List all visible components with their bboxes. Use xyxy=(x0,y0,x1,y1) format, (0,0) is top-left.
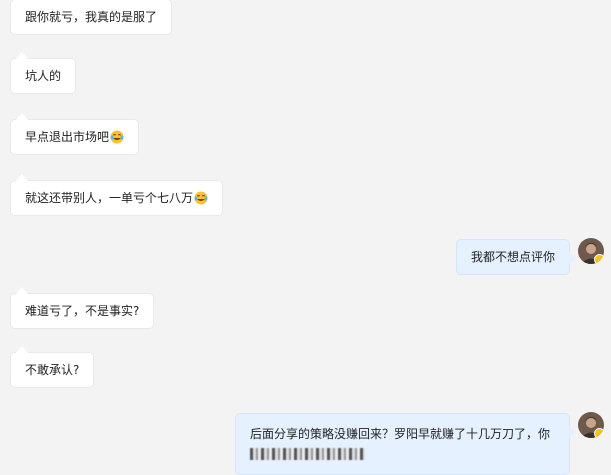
user-avatar[interactable] xyxy=(578,238,604,264)
laugh-cry-emoji-icon xyxy=(110,130,124,144)
message-text: 难道亏了，不是事实? xyxy=(25,304,140,318)
message-bubble[interactable]: 后面分享的策略没赚回来？罗阳早就赚了十几万刀了，你 xyxy=(236,414,577,474)
message-text: 坑人的 xyxy=(25,69,62,83)
message-bubble[interactable]: 不敢承认? xyxy=(11,346,94,387)
message-incoming: 跟你就亏，我真的是服了 xyxy=(11,0,172,34)
message-bubble[interactable]: 坑人的 xyxy=(11,52,76,93)
message-bubble[interactable]: 我都不想点评你 xyxy=(457,240,578,274)
message-incoming: 难道亏了，不是事实? xyxy=(11,287,154,328)
message-incoming: 坑人的 xyxy=(11,52,76,93)
message-text: 我都不想点评你 xyxy=(471,250,556,264)
chat-thread: 跟你就亏，我真的是服了 坑人的 早点退出市场吧 就这还带别人，一单亏个七八万 我… xyxy=(0,0,611,475)
vip-badge-icon xyxy=(594,254,604,264)
message-outgoing: 我都不想点评你 xyxy=(457,240,578,274)
message-bubble[interactable]: 难道亏了，不是事实? xyxy=(11,287,154,328)
message-text: 不敢承认? xyxy=(25,363,80,377)
redacted-text xyxy=(250,448,365,460)
message-text: 跟你就亏，我真的是服了 xyxy=(25,10,158,24)
message-incoming: 就这还带别人，一单亏个七八万 xyxy=(11,174,223,215)
message-text: 就这还带别人，一单亏个七八万 xyxy=(25,191,194,205)
laugh-cry-emoji-icon xyxy=(194,191,208,205)
message-incoming: 不敢承认? xyxy=(11,346,94,387)
message-text: 早点退出市场吧 xyxy=(25,130,110,144)
message-text: 后面分享的策略没赚回来？罗阳早就赚了十几万刀了，你 xyxy=(250,427,551,441)
message-bubble[interactable]: 就这还带别人，一单亏个七八万 xyxy=(11,174,223,215)
message-outgoing: 后面分享的策略没赚回来？罗阳早就赚了十几万刀了，你 xyxy=(236,414,577,474)
user-avatar[interactable] xyxy=(578,412,604,438)
message-bubble[interactable]: 早点退出市场吧 xyxy=(11,113,139,154)
message-incoming: 早点退出市场吧 xyxy=(11,113,139,154)
message-bubble[interactable]: 跟你就亏，我真的是服了 xyxy=(11,0,172,34)
vip-badge-icon xyxy=(594,428,604,438)
